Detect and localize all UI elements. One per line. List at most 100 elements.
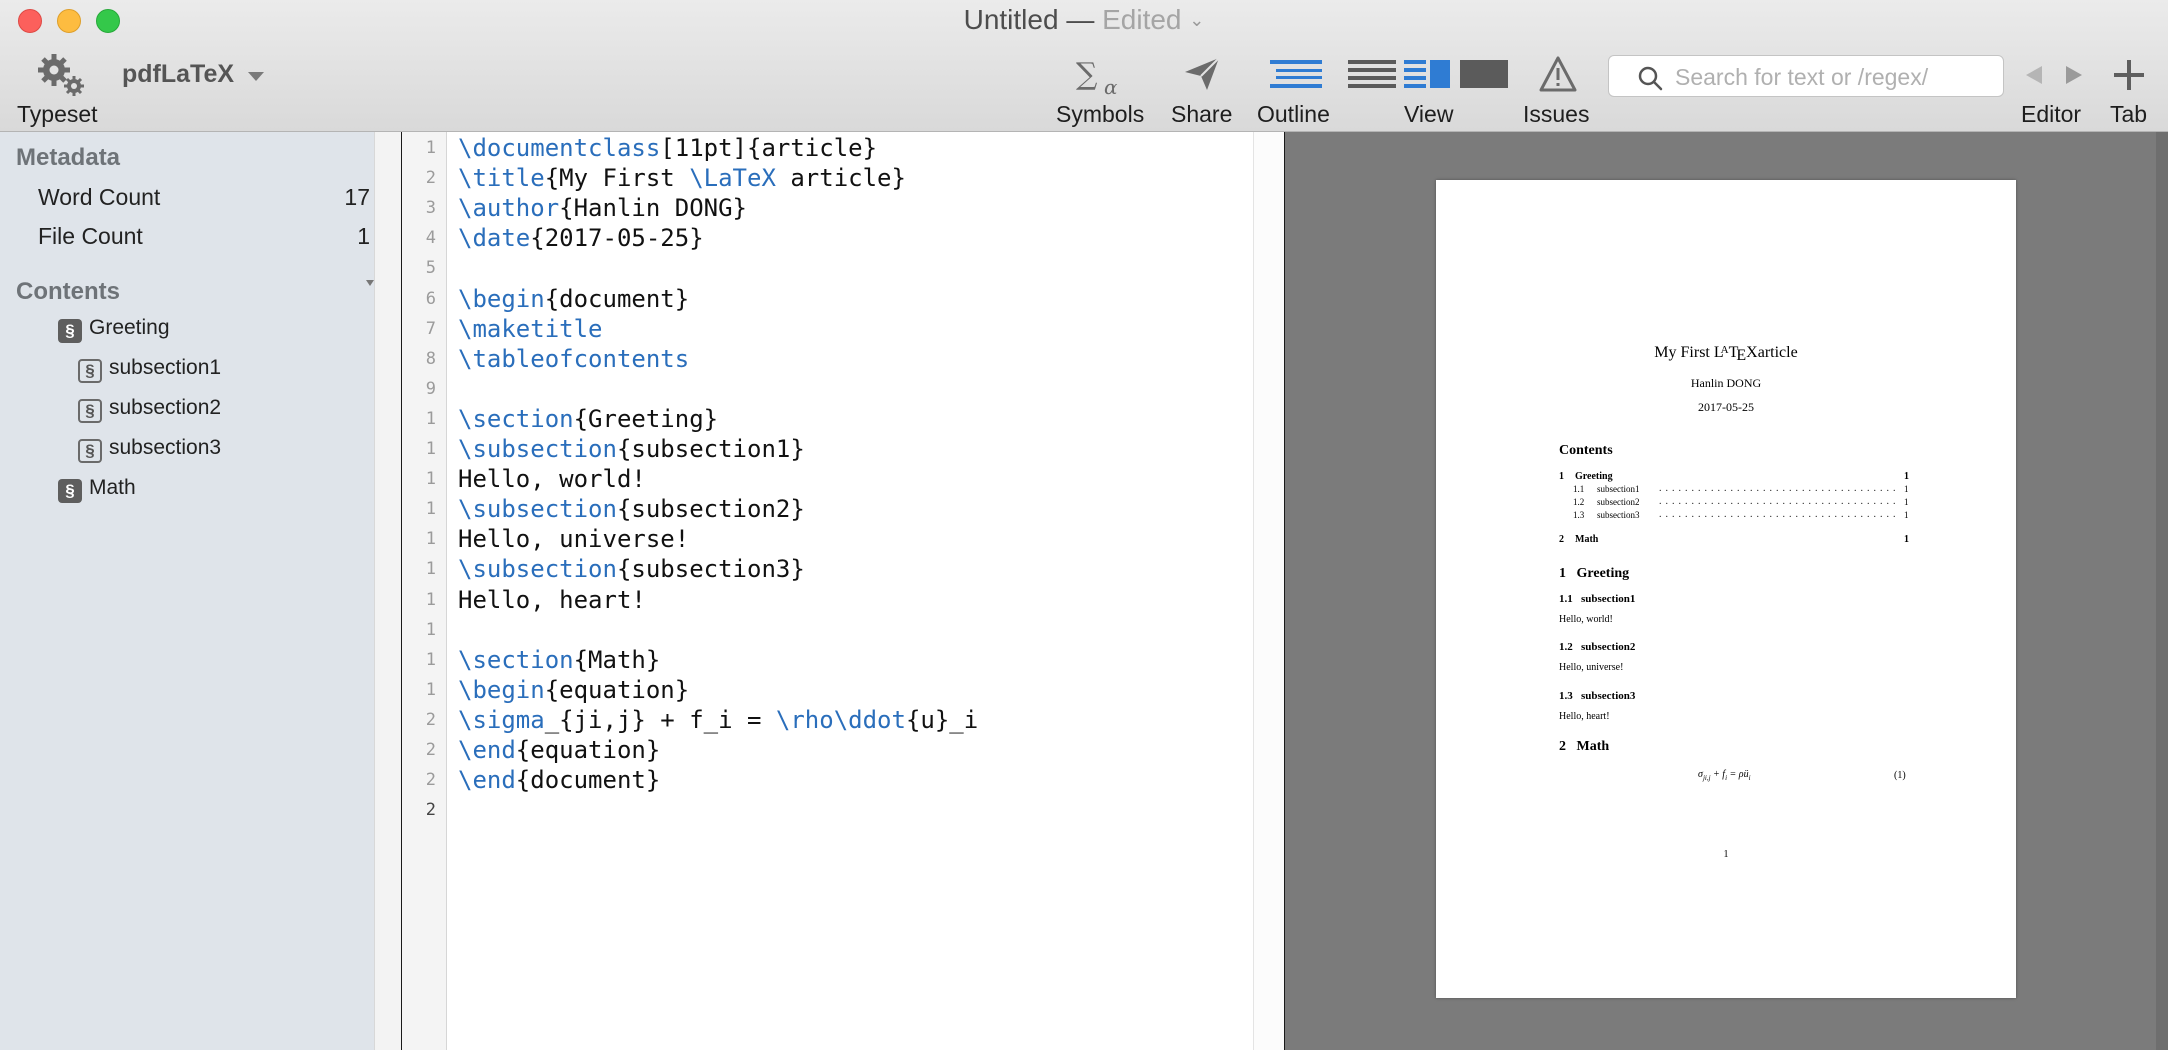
code-line[interactable]: \sigma_{ji,j} + f_i = \rho\ddot{u}_i [458,706,978,734]
pdf-subsection-number: 1.3 [1559,690,1573,702]
toc-item-subsection3[interactable]: § subsection3 [78,436,221,463]
plus-icon[interactable] [2112,58,2146,92]
engine-selector[interactable]: pdfLaTeX [122,60,234,89]
metadata-label: Word Count [38,184,161,210]
toc-item-greeting[interactable]: § Greeting [58,316,170,343]
pdf-toc-page: 1 [1904,510,1909,520]
sigma-symbols-icon[interactable]: ∑ α [1074,56,1124,96]
pdf-toc-number: 1.2 [1573,497,1585,507]
subsection-icon: § [78,399,102,423]
code-line[interactable]: \subsection{subsection3} [458,555,805,583]
outline-button[interactable]: Outline [1257,101,1330,128]
line-number: 1 [425,589,436,610]
issues-button[interactable]: Issues [1523,101,1589,128]
pdf-toc-leader: ........................................… [1659,496,1897,507]
pdf-author: Hanlin DONG [1690,376,1762,390]
window-title[interactable]: Untitled — Edited ⌄ [0,4,2168,36]
preview-scrollbar[interactable] [2156,132,2168,1050]
outline-list-icon[interactable] [1270,58,1322,92]
back-arrow-icon[interactable] [2022,64,2046,86]
new-tab-button[interactable]: Tab [2110,101,2147,128]
code-line[interactable]: \subsection{subsection2} [458,495,805,523]
svg-text:α: α [1104,75,1118,96]
metadata-heading: Metadata [16,144,121,171]
code-line[interactable]: \documentclass[11pt]{article} [458,134,877,162]
pdf-section-heading: 2 Math [1559,739,1609,755]
view-button[interactable]: View [1404,101,1453,128]
code-line[interactable]: \begin{document} [458,285,689,313]
code-line[interactable]: Hello, universe! [458,525,689,553]
code-line[interactable]: \section{Math} [458,646,660,674]
sidebar-divider[interactable] [374,132,402,1050]
warning-triangle-icon[interactable] [1538,55,1578,93]
pdf-paragraph: Hello, world! [1559,614,1613,625]
metadata-row-word-count: Word Count 17 [38,184,370,211]
line-number: 3 [425,198,436,219]
line-number: 2 [425,800,436,821]
code-line[interactable]: \title{My First \LaTeX article} [458,164,906,192]
toc-item-label: subsection2 [109,396,222,419]
symbols-button[interactable]: Symbols [1056,101,1144,128]
code-text: {My First [544,164,690,193]
paper-plane-icon[interactable] [1183,56,1223,92]
code-line[interactable]: \subsection{subsection1} [458,435,805,463]
toc-item-subsection1[interactable]: § subsection1 [78,356,221,383]
edited-status: Edited [1102,4,1182,35]
line-number: 2 [425,168,436,189]
code-line[interactable]: \author{Hanlin DONG} [458,194,747,222]
code-text: {u}_i [905,705,979,734]
window-toolbar: Untitled — Edited ⌄ Typeset pdfLaTeX ∑ α… [0,0,2168,132]
line-number: 4 [425,228,436,249]
code-text: {equation} [515,736,661,764]
code-line[interactable]: \tableofcontents [458,345,689,373]
search-field[interactable] [1608,55,2004,97]
pdf-page-number: 1 [1723,849,1729,860]
pdf-toc-page: 1 [1904,534,1909,545]
pdf-subsection-title: subsection3 [1581,690,1636,702]
editor-divider[interactable] [1253,132,1285,1050]
code-line[interactable]: \end{document} [458,766,660,794]
line-number: 2 [425,709,436,730]
toc-item-subsection2[interactable]: § subsection2 [78,396,221,423]
code-text: _{ji,j} + f_i = [544,705,776,734]
latex-command: \section [458,645,574,674]
editor-only-view-icon [1348,60,1396,88]
typeset-button[interactable]: Typeset [17,101,98,128]
code-line[interactable]: \begin{equation} [458,676,689,704]
line-number: 1 [425,439,436,459]
code-line[interactable]: \maketitle [458,315,603,343]
contents-collapse-icon[interactable] [366,280,374,286]
source-editor[interactable]: \documentclass[11pt]{article} \title{My F… [447,132,1253,1050]
latex-command: \LaTeX [689,164,776,193]
engine-dropdown-icon[interactable] [248,72,264,81]
code-text: {subsection3} [616,555,805,584]
search-input[interactable] [1675,63,1995,91]
code-text: {Math} [573,645,661,674]
code-text: {document} [515,766,661,795]
toc-item-label: subsection1 [109,356,222,379]
code-text: {document} [544,284,690,313]
line-number: 1 [425,138,436,158]
gear-icon[interactable] [36,52,86,98]
pdf-toc-title: Greeting [1575,471,1613,482]
line-number: 1 [425,649,436,670]
code-text: article} [775,164,906,193]
line-number: 1 [425,499,436,520]
pdf-section-title: Math [1576,739,1610,754]
code-text: {subsection2} [616,495,805,524]
share-button[interactable]: Share [1171,101,1232,128]
forward-arrow-icon[interactable] [2062,64,2086,86]
editor-button[interactable]: Editor [2021,101,2081,128]
view-mode-icons[interactable] [1346,58,1512,92]
line-number: 7 [425,318,436,339]
toc-item-math[interactable]: § Math [58,476,136,503]
pdf-page[interactable]: My First LATEXarticle Hanlin DONG 2017-0… [1436,180,2016,998]
code-text: {Hanlin DONG} [559,194,747,223]
title-separator: — [1066,4,1095,35]
code-line[interactable]: Hello, world! [458,465,646,493]
code-line[interactable]: \date{2017-05-25} [458,224,704,252]
code-line[interactable]: \section{Greeting} [458,405,718,433]
code-line[interactable]: \end{equation} [458,736,660,764]
code-line[interactable]: Hello, heart! [458,586,646,614]
line-number: 8 [425,348,436,369]
